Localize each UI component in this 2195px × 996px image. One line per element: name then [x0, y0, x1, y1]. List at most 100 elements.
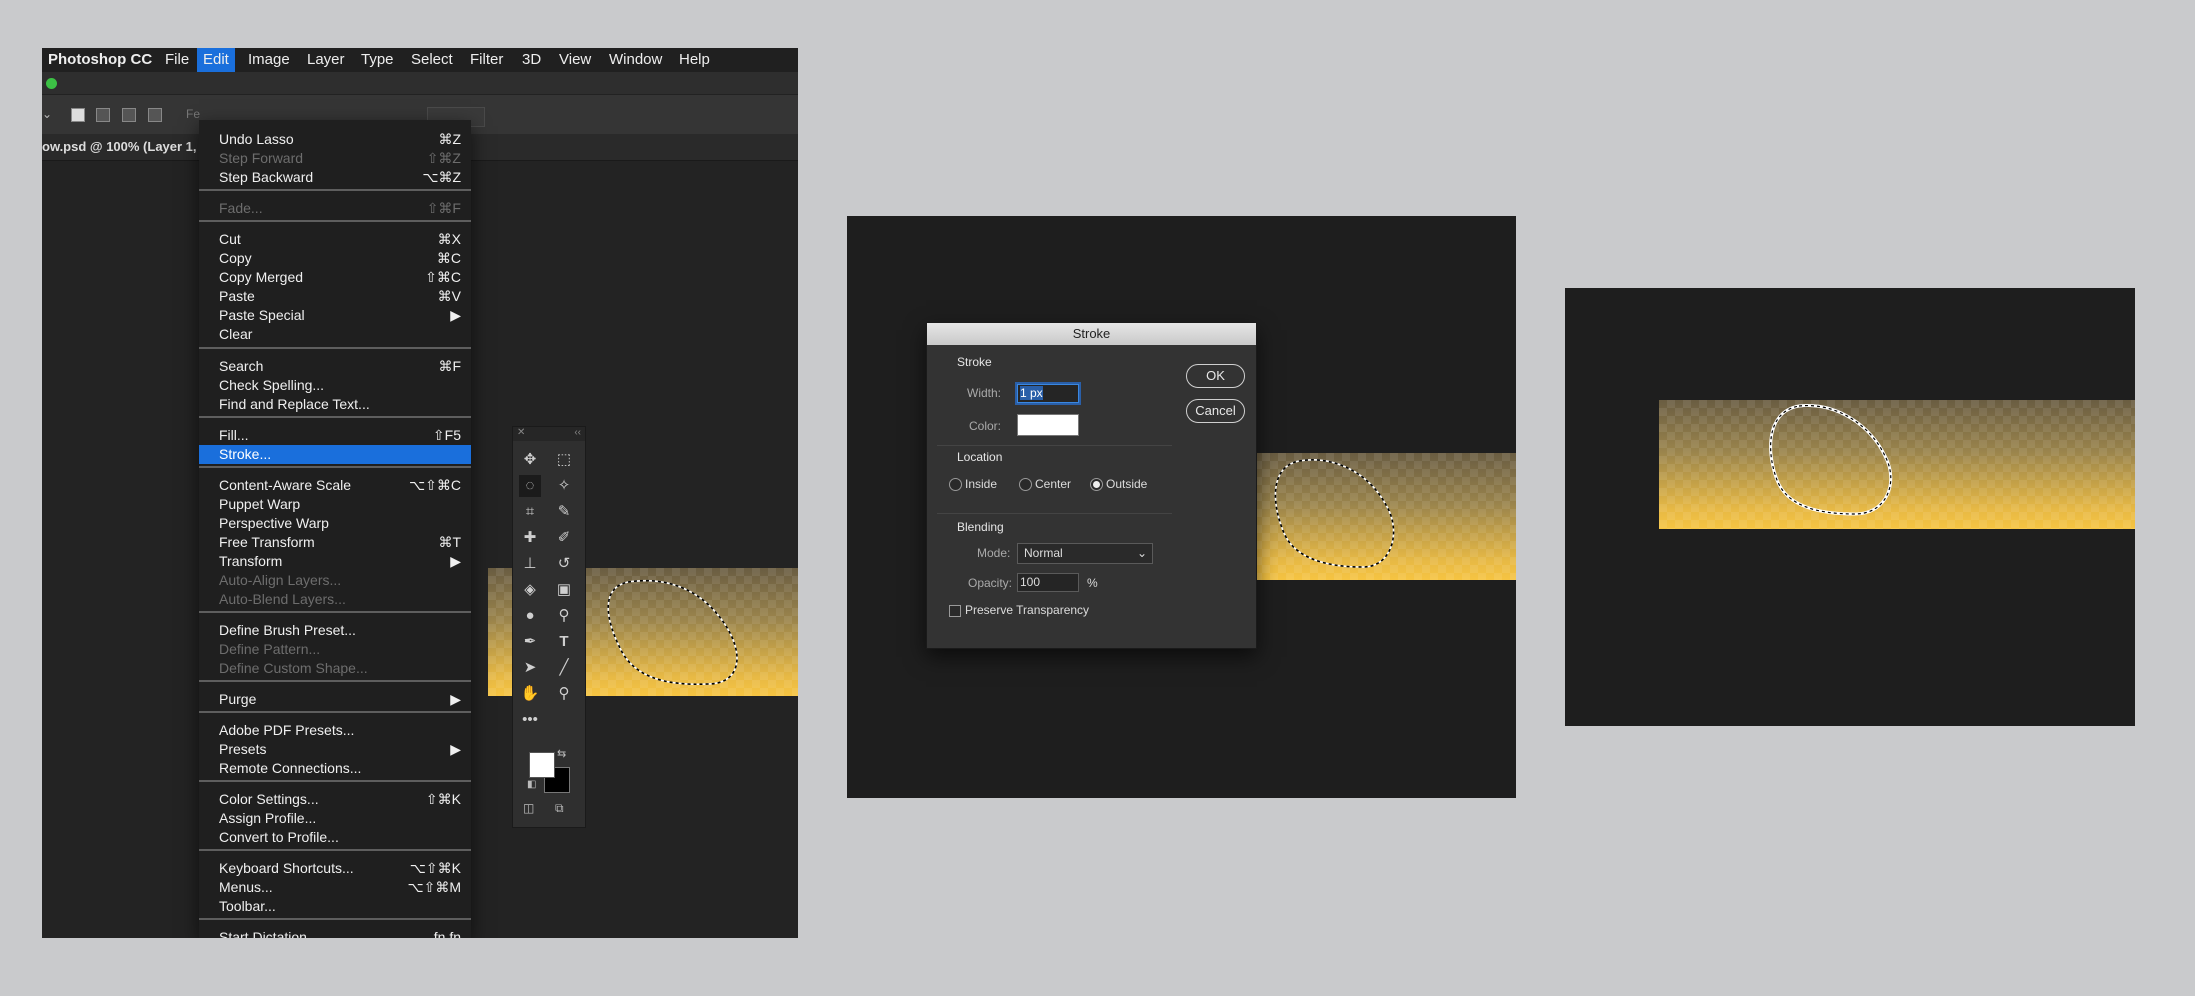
quick-mask-icon[interactable]: ◫ [523, 801, 534, 815]
path-select-icon[interactable]: ➤ [519, 657, 541, 679]
menu-file[interactable]: File [159, 48, 195, 72]
menu-item-puppet-warp[interactable]: Puppet Warp [199, 495, 471, 514]
subtract-selection-icon[interactable] [122, 108, 136, 122]
more-tools-icon[interactable]: ••• [519, 709, 541, 731]
menu-item-keyboard-shortcuts[interactable]: Keyboard Shortcuts... ⌥⇧⌘K [199, 859, 471, 878]
pen-icon[interactable]: ✒ [519, 631, 541, 653]
menu-item-cut[interactable]: Cut ⌘X [199, 230, 471, 249]
menu-item-paste[interactable]: Paste ⌘V [199, 287, 471, 306]
type-icon[interactable]: T [553, 631, 575, 653]
menu-item-shortcut: ⌥⇧⌘K [409, 860, 461, 876]
menu-item-paste-special[interactable]: Paste Special ▶ [199, 306, 471, 325]
foreground-color-swatch[interactable] [529, 752, 555, 778]
menu-item-label: Fade... [219, 200, 263, 216]
add-selection-icon[interactable] [96, 108, 110, 122]
blur-icon[interactable]: ● [519, 605, 541, 627]
menu-item-label: Color Settings... [219, 791, 319, 807]
marquee-icon[interactable]: ⬚ [553, 449, 575, 471]
opacity-input[interactable]: 100 [1017, 573, 1079, 592]
menu-item-step-backward[interactable]: Step Backward ⌥⌘Z [199, 168, 471, 187]
menu-filter[interactable]: Filter [464, 48, 509, 72]
crop-icon[interactable]: ⌗ [519, 501, 541, 523]
menu-item-menus[interactable]: Menus... ⌥⇧⌘M [199, 878, 471, 897]
menu-image[interactable]: Image [242, 48, 296, 72]
stroke-color-swatch[interactable] [1017, 414, 1079, 436]
gradient-icon[interactable]: ▣ [553, 579, 575, 601]
menu-item-copy-merged[interactable]: Copy Merged ⇧⌘C [199, 268, 471, 287]
menu-item-stroke[interactable]: Stroke... [199, 445, 471, 464]
inside-label: Inside [965, 477, 998, 491]
menu-item-label: Define Brush Preset... [219, 622, 356, 638]
lasso-icon[interactable]: ◌ [519, 475, 541, 497]
chevron-down-icon[interactable]: ⌄ [42, 107, 52, 121]
menu-layer[interactable]: Layer [301, 48, 351, 72]
menu-item-purge[interactable]: Purge ▶ [199, 690, 471, 709]
healing-brush-icon[interactable]: ✚ [519, 527, 541, 549]
menu-item-label: Menus... [219, 879, 273, 895]
menu-item-define-brush-preset[interactable]: Define Brush Preset... [199, 621, 471, 640]
menu-item-find-and-replace-text[interactable]: Find and Replace Text... [199, 395, 471, 414]
menu-item-undo-lasso[interactable]: Undo Lasso ⌘Z [199, 130, 471, 149]
default-colors-icon[interactable]: ◧ [527, 779, 536, 790]
inside-radio[interactable] [949, 478, 962, 491]
menu-view[interactable]: View [553, 48, 597, 72]
center-radio[interactable] [1019, 478, 1032, 491]
canvas-gradient-layer-2[interactable] [1254, 453, 1516, 580]
mode-select[interactable]: Normal ⌄ [1017, 543, 1153, 564]
brush-icon[interactable]: ✐ [553, 527, 575, 549]
history-brush-icon[interactable]: ↺ [553, 553, 575, 575]
move-icon[interactable]: ✥ [519, 449, 541, 471]
intersect-selection-icon[interactable] [148, 108, 162, 122]
menu-help[interactable]: Help [673, 48, 716, 72]
menu-item-check-spelling[interactable]: Check Spelling... [199, 376, 471, 395]
eraser-icon[interactable]: ◈ [519, 579, 541, 601]
width-input[interactable]: 1 px [1017, 384, 1079, 403]
new-selection-icon[interactable] [71, 108, 85, 122]
line-icon[interactable]: ╱ [553, 657, 575, 679]
menu-item-search[interactable]: Search ⌘F [199, 357, 471, 376]
menu-item-perspective-warp[interactable]: Perspective Warp [199, 514, 471, 533]
close-icon[interactable]: ✕ [517, 427, 525, 438]
tools-panel-header[interactable]: ✕ ‹‹ [513, 427, 585, 441]
collapse-icon[interactable]: ‹‹ [574, 427, 581, 438]
menu-item-remote-connections[interactable]: Remote Connections... [199, 759, 471, 778]
menu-item-adobe-pdf-presets[interactable]: Adobe PDF Presets... [199, 721, 471, 740]
menu-item-convert-to-profile[interactable]: Convert to Profile... [199, 828, 471, 847]
zoom-window-button[interactable] [46, 78, 57, 89]
menu-item-shortcut: ⇧⌘F [426, 200, 461, 216]
menu-item-clear[interactable]: Clear [199, 325, 471, 344]
menu-item-fill[interactable]: Fill... ⇧F5 [199, 426, 471, 445]
menu-edit[interactable]: Edit [197, 48, 235, 72]
cancel-button[interactable]: Cancel [1186, 399, 1245, 423]
hand-icon[interactable]: ✋ [519, 683, 541, 705]
menu-window[interactable]: Window [603, 48, 668, 72]
menu-item-transform[interactable]: Transform ▶ [199, 552, 471, 571]
menu-item-color-settings[interactable]: Color Settings... ⇧⌘K [199, 790, 471, 809]
dodge-icon[interactable]: ⚲ [553, 605, 575, 627]
canvas-gradient-layer-3[interactable] [1659, 400, 2135, 529]
menu-item-presets[interactable]: Presets ▶ [199, 740, 471, 759]
menu-select[interactable]: Select [405, 48, 459, 72]
menu-item-assign-profile[interactable]: Assign Profile... [199, 809, 471, 828]
magic-wand-icon[interactable]: ✧ [553, 475, 575, 497]
ok-button[interactable]: OK [1186, 364, 1245, 388]
menu-item-content-aware-scale[interactable]: Content-Aware Scale ⌥⇧⌘C [199, 476, 471, 495]
menu-item-free-transform[interactable]: Free Transform ⌘T [199, 533, 471, 552]
menu-type[interactable]: Type [355, 48, 400, 72]
dialog-title: Stroke [927, 323, 1256, 345]
menu-3d[interactable]: 3D [516, 48, 547, 72]
app-menu[interactable]: Photoshop CC [42, 48, 158, 72]
menu-item-label: Paste [219, 288, 255, 304]
clone-stamp-icon[interactable]: ⊥ [519, 553, 541, 575]
zoom-icon[interactable]: ⚲ [553, 683, 575, 705]
document-tab[interactable]: ow.psd @ 100% (Layer 1, RG [42, 139, 220, 154]
outside-radio[interactable] [1090, 478, 1103, 491]
menu-item-start-dictation[interactable]: Start Dictation... fn fn [199, 928, 471, 938]
menu-item-copy[interactable]: Copy ⌘C [199, 249, 471, 268]
swap-colors-icon[interactable]: ⇆ [557, 747, 566, 760]
screen-mode-icon[interactable]: ⧉ [555, 801, 564, 816]
preserve-transparency-checkbox[interactable] [949, 605, 961, 617]
eyedropper-icon[interactable]: ✎ [553, 501, 575, 523]
menu-item-toolbar[interactable]: Toolbar... [199, 897, 471, 916]
color-label: Color: [969, 419, 1002, 433]
